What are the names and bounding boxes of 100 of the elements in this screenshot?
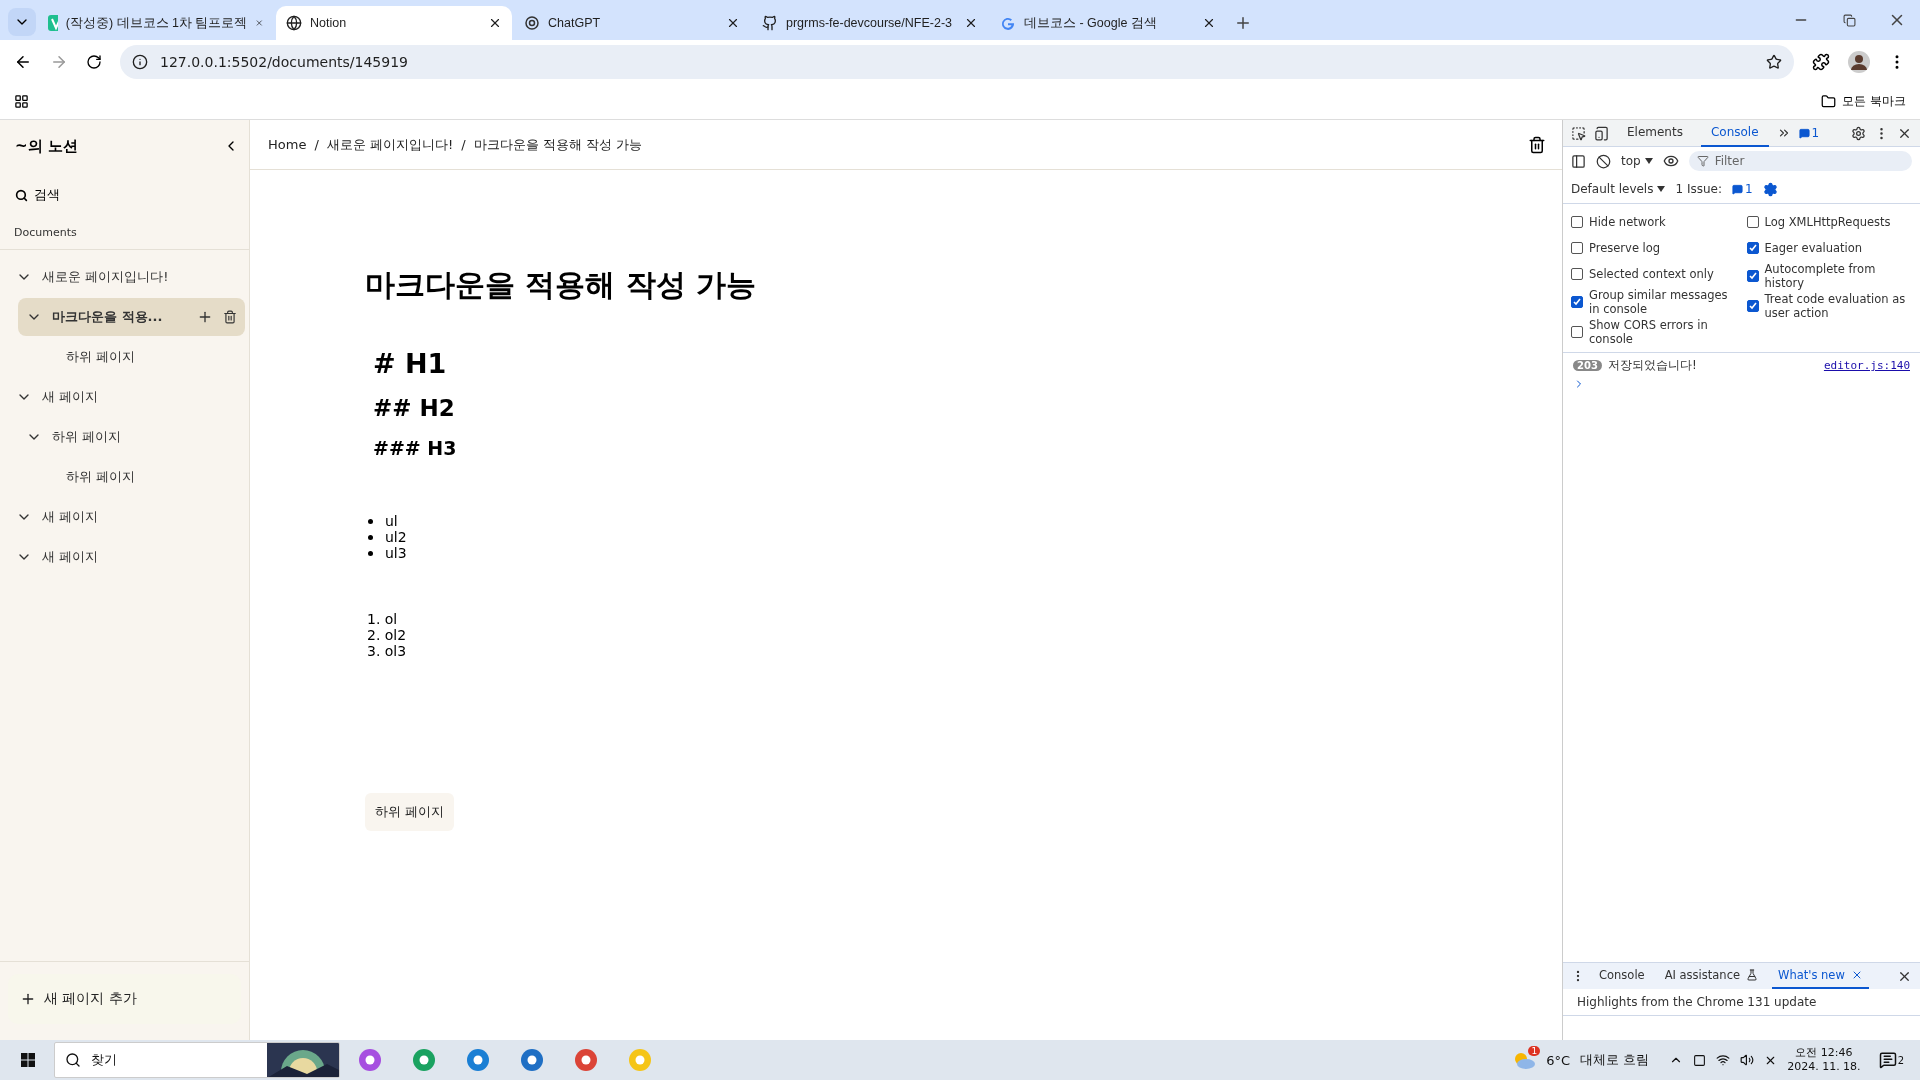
close-icon[interactable] [726, 16, 740, 30]
browser-tab[interactable]: Notion [276, 6, 512, 40]
issues-badge[interactable]: 1 [1732, 182, 1753, 196]
section-label: Documents [0, 218, 249, 250]
page-tree-item[interactable]: 새로운 페이지입니다! [8, 258, 245, 296]
message-badge[interactable]: 1 [1798, 126, 1820, 140]
temperature-text: 6°C [1546, 1052, 1570, 1068]
list-item: ul [385, 513, 398, 529]
settings-icon[interactable] [1851, 125, 1866, 141]
flask-icon [1746, 969, 1759, 981]
bookmarks-link[interactable]: 모든 북마크 [1842, 93, 1906, 110]
caret-icon[interactable] [1644, 158, 1653, 164]
clear-icon[interactable] [1596, 153, 1611, 169]
taskbar-app-icon[interactable] [358, 1048, 382, 1072]
heading-text: # H1 [373, 348, 447, 379]
drawer-tab[interactable]: What's new [1772, 963, 1869, 989]
github-icon [762, 15, 778, 31]
page-tree-item[interactable]: 새 페이지 [8, 498, 245, 536]
search-icon[interactable] [15, 188, 28, 202]
close-icon[interactable] [964, 16, 978, 30]
setting-checkbox[interactable]: Group similar messages in console [1571, 288, 1737, 316]
subpage-button[interactable]: 하위 페이지 [365, 793, 455, 831]
settings-icon[interactable] [1762, 181, 1778, 197]
close-icon[interactable] [488, 16, 502, 30]
workspace-title: ~의 노션 [15, 136, 78, 156]
levels-dropdown[interactable]: Default levels [1571, 182, 1654, 196]
trash-icon[interactable] [223, 310, 237, 324]
devtools-tab[interactable]: Elements [1617, 119, 1693, 147]
setting-checkbox[interactable]: Eager evaluation [1746, 236, 1912, 260]
apps-icon[interactable] [14, 94, 29, 109]
taskbar-search[interactable]: 찾기 [54, 1042, 340, 1078]
reload-icon[interactable] [86, 54, 102, 70]
clock[interactable]: 오전 12:46 2024. 11. 18. [1787, 1046, 1861, 1074]
sidebar-icon[interactable] [1571, 153, 1586, 169]
setting-checkbox[interactable]: Hide network [1571, 210, 1737, 234]
close-icon[interactable] [1202, 16, 1216, 30]
inspect-icon[interactable] [1571, 125, 1586, 141]
info-icon[interactable] [132, 54, 148, 70]
heading-text: ## H2 [373, 395, 455, 421]
breadcrumb-link[interactable]: 새로운 페이지입니다! [326, 135, 454, 154]
weather-text: 대체로 흐림 [1580, 1051, 1650, 1069]
star-icon[interactable] [1766, 54, 1782, 70]
trash-icon[interactable] [1528, 135, 1546, 154]
page-tree-item[interactable]: 하위 페이지 [18, 458, 245, 496]
device-icon[interactable] [1594, 125, 1609, 141]
document-title: 마크다운을 적용해 작성 가능 [365, 266, 757, 304]
setting-checkbox[interactable]: Show CORS errors in console [1571, 318, 1737, 346]
context-dropdown[interactable]: top [1621, 154, 1641, 168]
avatar-icon[interactable] [1848, 51, 1870, 73]
breadcrumb-separator: / [314, 137, 319, 152]
v-logo-icon [48, 15, 58, 31]
breadcrumb-link[interactable]: 마크다운을 적용해 작성 가능 [473, 135, 642, 154]
back-icon[interactable] [14, 53, 32, 71]
caret-icon[interactable] [1657, 186, 1666, 192]
message-icon [1732, 183, 1743, 195]
browser-tab[interactable]: (작성중) 데브코스 1차 팀프로젝 [38, 6, 274, 40]
browser-tab[interactable]: ChatGPT [514, 6, 750, 40]
source-link[interactable]: editor.js:140 [1823, 359, 1910, 372]
taskbar-app-icon[interactable] [466, 1048, 490, 1072]
setting-checkbox[interactable]: Autocomplete from history [1746, 262, 1912, 290]
breadcrumb-link[interactable]: Home [268, 137, 307, 152]
extensions-icon[interactable] [1812, 53, 1830, 71]
search-icon [65, 1052, 81, 1068]
list-item: 1. ol [367, 611, 398, 627]
taskbar-app-icon[interactable] [520, 1048, 544, 1072]
whats-new-text: Highlights from the Chrome 131 update [1563, 989, 1920, 1016]
setting-checkbox[interactable]: Preserve log [1571, 236, 1737, 260]
forward-icon[interactable] [50, 53, 68, 71]
page-tree-item[interactable]: 새 페이지 [8, 538, 245, 576]
globe-icon [286, 15, 302, 31]
browser-tab[interactable]: prgrms-fe-devcourse/NFE-2-3 [752, 6, 988, 40]
drawer-tab[interactable]: Console [1593, 963, 1651, 989]
add-icon[interactable] [197, 309, 213, 325]
check-icon [1572, 297, 1582, 307]
page-tree-item[interactable]: 새 페이지 [8, 378, 245, 416]
repeat-count: 203 [1573, 360, 1602, 371]
address-bar[interactable]: 127.0.0.1:5502/documents/145919 [120, 45, 1794, 79]
page-tree-item[interactable]: 마크다운을 적용... [18, 298, 245, 336]
new-tab-icon[interactable] [1234, 14, 1252, 32]
filter-field[interactable]: Filter [1688, 151, 1912, 171]
page-tree-item[interactable]: 하위 페이지 [18, 418, 245, 456]
browser-tab[interactable]: 데브코스 - Google 검색 [990, 6, 1226, 40]
network-icon[interactable] [1716, 1053, 1731, 1067]
page-tree-item[interactable]: 하위 페이지 [18, 338, 245, 376]
folder-icon[interactable] [1821, 94, 1837, 109]
setting-checkbox[interactable]: Log XMLHttpRequests [1746, 210, 1912, 234]
tab-list-button[interactable] [8, 8, 36, 36]
volume-icon[interactable] [1740, 1053, 1755, 1067]
taskbar-app-icon[interactable] [574, 1048, 598, 1072]
setting-checkbox[interactable]: Treat code evaluation as user action [1746, 292, 1912, 320]
search-link[interactable]: 검색 [34, 186, 60, 204]
eye-icon[interactable] [1662, 153, 1679, 169]
notification-icon[interactable] [1878, 1051, 1897, 1069]
devtools-tab[interactable]: Console [1700, 119, 1769, 147]
setting-checkbox[interactable]: Selected context only [1571, 262, 1737, 286]
tray-app-icon[interactable] [1693, 1053, 1707, 1067]
check-icon [1747, 301, 1758, 311]
restore-icon[interactable] [1842, 13, 1856, 27]
drawer-tab[interactable]: AI assistance [1658, 963, 1765, 989]
taskbar-app-icon[interactable] [412, 1048, 436, 1072]
